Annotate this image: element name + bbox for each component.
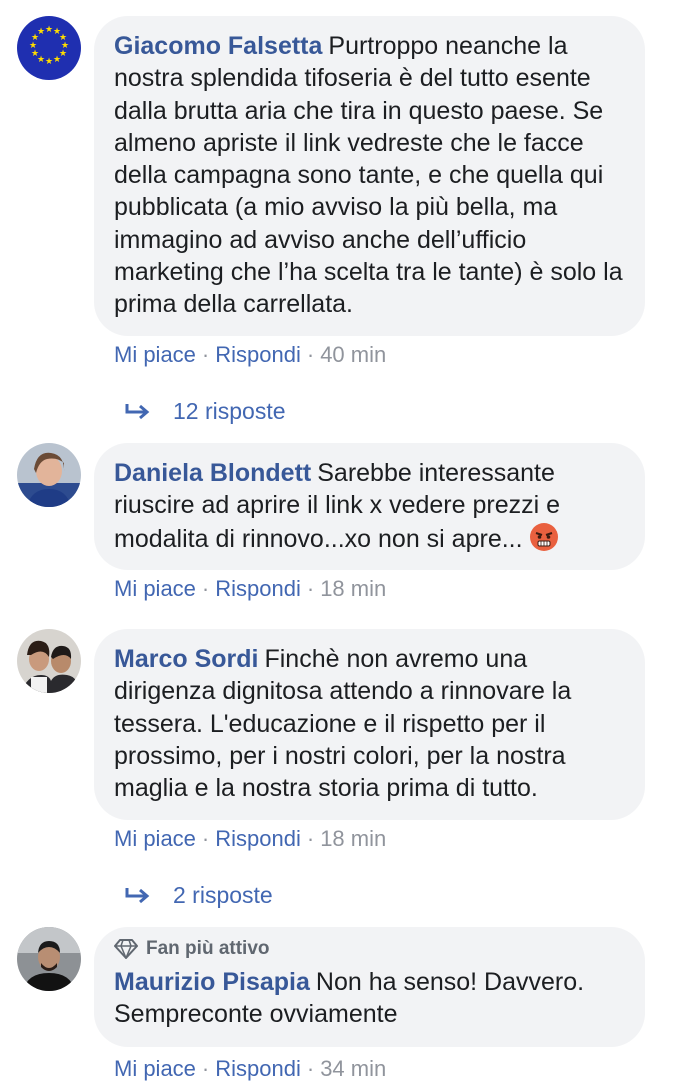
diamond-icon xyxy=(114,939,138,959)
comment-bubble: Fan più attivo Maurizio Pisapia Non ha se… xyxy=(94,927,645,1047)
like-link[interactable]: Mi piace xyxy=(114,342,196,367)
comment-actions: Mi piace · Rispondi · 40 min xyxy=(114,342,386,368)
separator: · xyxy=(201,342,210,367)
comment-actions: Mi piace · Rispondi · 34 min xyxy=(114,1056,386,1082)
separator: · xyxy=(201,576,210,601)
separator: · xyxy=(201,826,210,851)
separator: · xyxy=(306,342,315,367)
svg-text:★: ★ xyxy=(45,25,53,35)
reply-link[interactable]: Rispondi xyxy=(215,826,301,851)
comment-bubble: Marco Sordi Finchè non avremo una dirigen… xyxy=(94,629,645,820)
eu-flag-avatar-icon: ★ ★ ★ ★ ★ ★ ★ ★ ★ ★ ★ ★ xyxy=(17,16,81,80)
like-link[interactable]: Mi piace xyxy=(114,1056,196,1081)
separator: · xyxy=(201,1056,210,1081)
like-link[interactable]: Mi piace xyxy=(114,576,196,601)
svg-text:★: ★ xyxy=(37,27,45,37)
avatar[interactable]: ★ ★ ★ ★ ★ ★ ★ ★ ★ ★ ★ ★ xyxy=(17,16,81,80)
reply-link[interactable]: Rispondi xyxy=(215,342,301,367)
user-photo-icon xyxy=(17,629,81,693)
user-photo-icon xyxy=(17,443,81,507)
avatar[interactable] xyxy=(17,443,81,507)
like-link[interactable]: Mi piace xyxy=(114,826,196,851)
reply-link[interactable]: Rispondi xyxy=(215,576,301,601)
comment-author[interactable]: Giacomo Falsetta xyxy=(114,32,322,60)
comment-author[interactable]: Marco Sordi xyxy=(114,645,258,673)
view-replies-link[interactable]: 2 risposte xyxy=(125,882,273,909)
separator: · xyxy=(306,1056,315,1081)
comment-author[interactable]: Maurizio Pisapia xyxy=(114,968,310,996)
reply-link[interactable]: Rispondi xyxy=(215,1056,301,1081)
separator: · xyxy=(306,576,315,601)
timestamp[interactable]: 34 min xyxy=(320,1056,386,1081)
separator: · xyxy=(306,826,315,851)
timestamp[interactable]: 18 min xyxy=(320,576,386,601)
user-photo-icon xyxy=(17,927,81,991)
top-fan-badge: Fan più attivo xyxy=(114,938,623,960)
comment-bubble: Daniela Blondett Sarebbe interessante riu… xyxy=(94,443,645,570)
avatar[interactable] xyxy=(17,927,81,991)
reply-arrow-icon xyxy=(125,887,150,903)
timestamp[interactable]: 40 min xyxy=(320,342,386,367)
svg-text:★: ★ xyxy=(53,55,61,65)
comment-bubble: Giacomo Falsetta Purtroppo neanche la nos… xyxy=(94,16,645,336)
comment-actions: Mi piace · Rispondi · 18 min xyxy=(114,826,386,852)
badge-label: Fan più attivo xyxy=(146,938,270,959)
avatar[interactable] xyxy=(17,629,81,693)
svg-text:★: ★ xyxy=(45,57,53,67)
comment-actions: Mi piace · Rispondi · 18 min xyxy=(114,576,386,602)
timestamp[interactable]: 18 min xyxy=(320,826,386,851)
comment-text: Purtroppo neanche la nostra splendida ti… xyxy=(114,32,623,319)
reply-arrow-icon xyxy=(125,403,150,419)
view-replies-link[interactable]: 12 risposte xyxy=(125,398,286,425)
replies-count[interactable]: 2 risposte xyxy=(173,882,273,909)
replies-count[interactable]: 12 risposte xyxy=(173,398,286,425)
comment-author[interactable]: Daniela Blondett xyxy=(114,459,311,487)
angry-face-icon xyxy=(529,522,558,551)
